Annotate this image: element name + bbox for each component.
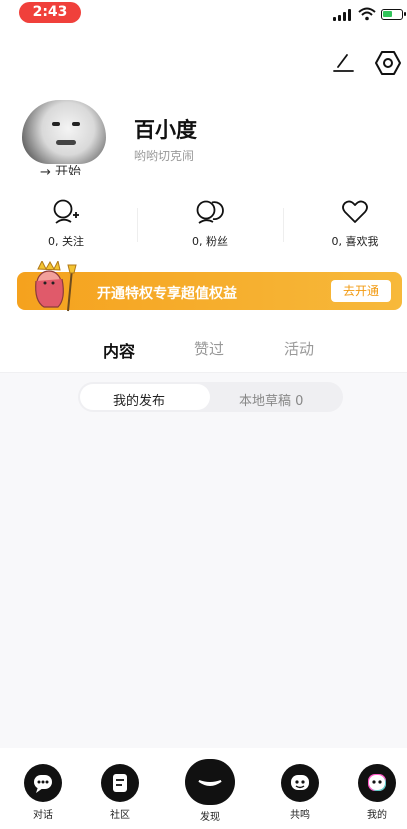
nav-community-label: 社区	[110, 810, 130, 821]
nav-resonance-label: 共鸣	[290, 810, 310, 821]
profile-icon	[358, 764, 396, 802]
vip-open-button[interactable]: 去开通	[331, 280, 391, 302]
community-icon	[101, 764, 139, 802]
chat-icon	[24, 764, 62, 802]
edit-icon[interactable]	[331, 50, 355, 74]
tab-activity[interactable]: 活动	[284, 338, 314, 359]
tab-liked[interactable]: 赞过	[194, 338, 224, 359]
segment-my-posts[interactable]: 我的发布	[113, 390, 165, 409]
wifi-icon	[358, 7, 376, 21]
username: 百小度	[134, 118, 197, 142]
divider	[137, 208, 138, 242]
nav-discover[interactable]: 发现	[184, 759, 236, 823]
nav-profile-label: 我的	[367, 810, 387, 821]
divider	[283, 208, 284, 242]
tab-content[interactable]: 内容	[103, 338, 135, 362]
nav-resonance[interactable]: 共鸣	[279, 764, 321, 821]
vip-mascot-icon	[35, 261, 77, 312]
users-icon	[196, 200, 224, 224]
stat-likes[interactable]: 0, 喜欢我	[305, 198, 405, 249]
content-area	[0, 372, 407, 748]
discover-icon	[185, 759, 235, 805]
add-user-icon	[53, 199, 79, 224]
avatar[interactable]	[22, 100, 106, 164]
nav-community[interactable]: 社区	[99, 764, 141, 821]
segment-drafts[interactable]: 本地草稿 0	[239, 390, 303, 409]
status-bar: 2:43	[0, 0, 407, 30]
nav-chat[interactable]: 对话	[23, 764, 63, 821]
stat-fans[interactable]: 0, 粉丝	[160, 198, 260, 249]
nav-discover-label: 发现	[200, 812, 220, 823]
stat-following-label: 0, 关注	[48, 235, 84, 248]
nav-chat-label: 对话	[33, 810, 53, 821]
signal-icon	[333, 9, 353, 21]
settings-icon[interactable]	[375, 50, 401, 76]
vip-text: 开通特权专享超值权益	[97, 286, 237, 302]
stat-following[interactable]: 0, 关注	[16, 198, 116, 249]
battery-icon	[381, 9, 406, 20]
profile-hint-text: → 开始	[40, 165, 82, 175]
stat-fans-label: 0, 粉丝	[192, 235, 228, 248]
resonance-icon	[281, 764, 319, 802]
bio: 哟哟切克闹	[134, 149, 195, 163]
stat-likes-label: 0, 喜欢我	[331, 235, 379, 248]
heart-icon	[342, 200, 368, 223]
status-time: 2:43	[19, 2, 81, 23]
nav-profile[interactable]: 我的	[356, 764, 398, 821]
